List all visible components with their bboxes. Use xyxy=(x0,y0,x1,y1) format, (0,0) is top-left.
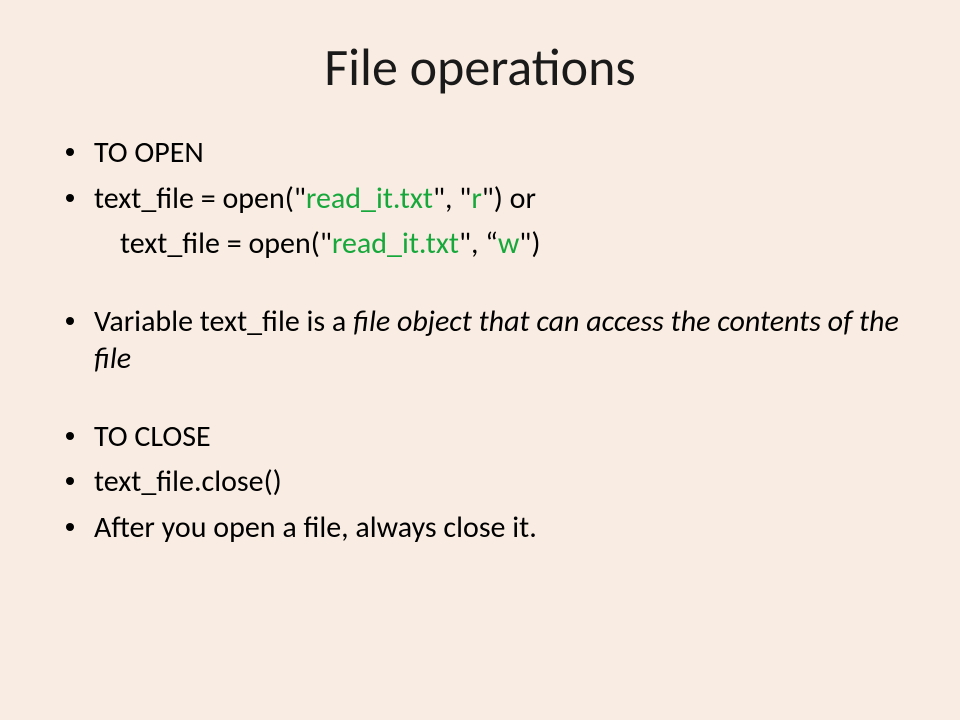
slide-title: File operations xyxy=(60,35,900,99)
bullet-icon xyxy=(66,194,74,202)
text-pre: Variable text_file is a xyxy=(94,303,353,340)
text: TO OPEN xyxy=(94,134,204,171)
code-post: ") xyxy=(519,225,540,262)
slide-body: TO OPEN text_file = open("read_it.txt", … xyxy=(60,134,900,546)
bullet-file-object: Variable text_file is a file object that… xyxy=(60,303,900,378)
bullet-icon xyxy=(66,523,74,531)
line-open-write: text_file = open("read_it.txt", “w") xyxy=(60,225,900,263)
bullet-open-read: text_file = open("read_it.txt", "r") or xyxy=(60,180,900,218)
code-post: ") or xyxy=(482,180,536,217)
code-filename: read_it.txt xyxy=(306,180,433,217)
code-mid: ", " xyxy=(433,180,471,217)
code-pre: text_file = open(" xyxy=(120,225,332,262)
bullet-icon xyxy=(66,477,74,485)
text: text_file.close() xyxy=(94,463,282,500)
code-mode: w xyxy=(498,225,519,262)
bullet-always-close: After you open a file, always close it. xyxy=(60,509,900,547)
slide: File operations TO OPEN text_file = open… xyxy=(0,0,960,720)
text: TO CLOSE xyxy=(94,418,211,455)
code-pre: text_file = open(" xyxy=(94,180,306,217)
code-mode: r xyxy=(471,180,481,217)
code-filename: read_it.txt xyxy=(332,225,459,262)
bullet-icon xyxy=(66,317,74,325)
text: After you open a file, always close it. xyxy=(94,509,537,546)
bullet-to-close: TO CLOSE xyxy=(60,418,900,456)
bullet-close-call: text_file.close() xyxy=(60,463,900,501)
bullet-icon xyxy=(66,432,74,440)
code-mid: ", “ xyxy=(459,225,498,262)
bullet-to-open: TO OPEN xyxy=(60,134,900,172)
bullet-icon xyxy=(66,148,74,156)
